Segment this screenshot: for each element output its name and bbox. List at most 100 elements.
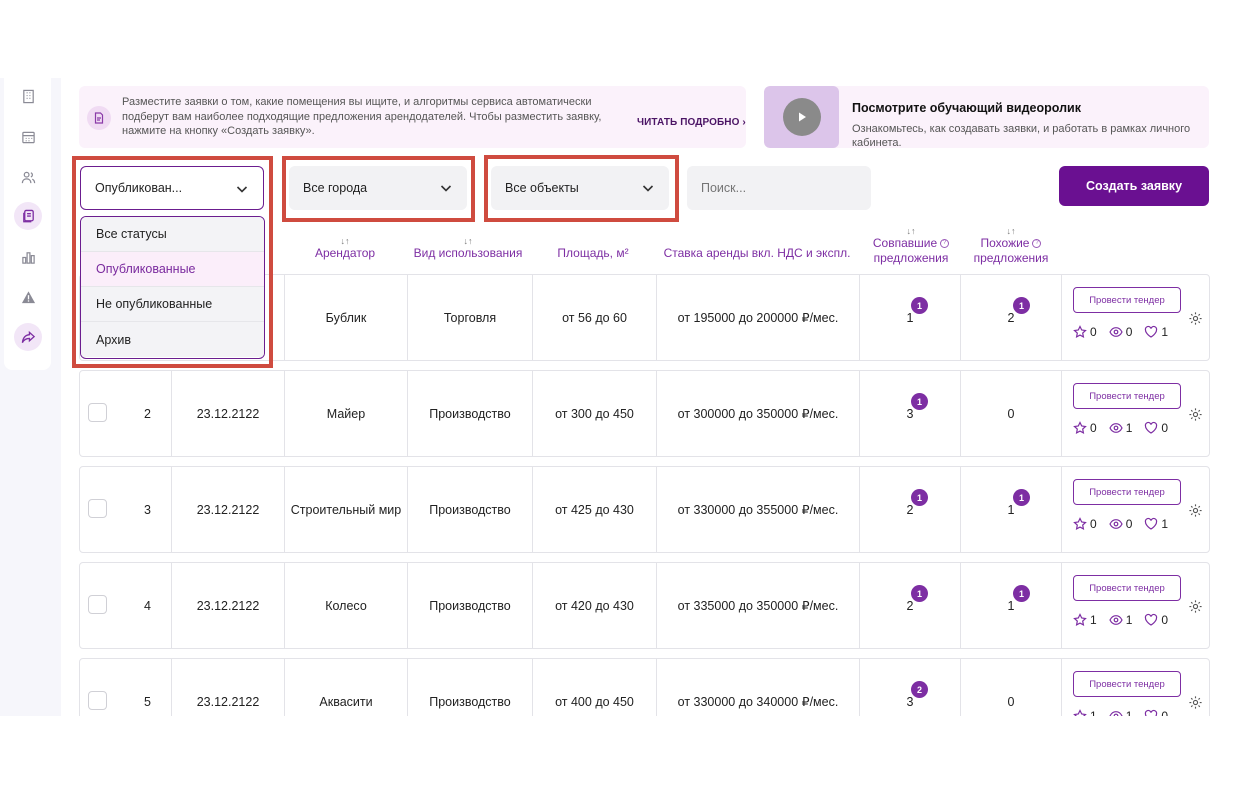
video-banner[interactable]: Посмотрите обучающий видеоролик Ознакомь… bbox=[764, 86, 1209, 148]
gear-icon[interactable] bbox=[1188, 599, 1203, 614]
cell-rate-value: от 335000 до 350000 ₽/мес. bbox=[677, 599, 839, 613]
eye-stat[interactable]: 1 bbox=[1109, 709, 1132, 716]
matched-count-badge: 1 bbox=[911, 393, 928, 410]
tender-button[interactable]: Провести тендер bbox=[1073, 671, 1181, 697]
eye-stat[interactable]: 0 bbox=[1109, 325, 1133, 339]
star-icon[interactable] bbox=[1073, 421, 1090, 435]
cell-date-value: 23.12.2122 bbox=[196, 502, 260, 517]
column-header-area[interactable]: Площадь, м² bbox=[531, 246, 655, 261]
tender-button[interactable]: Провести тендер bbox=[1073, 575, 1181, 601]
app: Разместите заявки о том, какие помещения… bbox=[0, 78, 1240, 716]
read-more-link[interactable]: ЧИТАТЬ ПОДРОБНО › bbox=[637, 117, 746, 128]
star-count: 0 bbox=[1090, 517, 1097, 531]
heart-icon[interactable] bbox=[1144, 709, 1161, 716]
sort-icon[interactable]: ↓↑ bbox=[305, 236, 385, 246]
cell-tenant-value: Майер bbox=[326, 406, 366, 421]
share-icon[interactable] bbox=[14, 323, 42, 351]
star-stat[interactable]: 0 bbox=[1073, 325, 1097, 339]
tender-button[interactable]: Провести тендер bbox=[1073, 287, 1181, 313]
heart-stat[interactable]: 0 bbox=[1144, 613, 1168, 627]
analytics-icon[interactable] bbox=[14, 243, 42, 271]
status-select[interactable]: Опубликован... bbox=[80, 166, 264, 210]
cell-matched-value: 3 bbox=[906, 406, 914, 421]
column-header-usage[interactable]: ↓↑ Вид использования bbox=[407, 236, 529, 261]
heart-stat[interactable]: 1 bbox=[1144, 517, 1168, 531]
table-row[interactable]: 5 23.12.2122 Аквасити Производство от 400 до… bbox=[79, 658, 1210, 716]
play-icon[interactable] bbox=[783, 98, 821, 136]
eye-stat[interactable]: 1 bbox=[1109, 421, 1132, 435]
star-stat[interactable]: 1 bbox=[1073, 613, 1097, 627]
gear-icon[interactable] bbox=[1188, 503, 1203, 518]
column-header-tenant[interactable]: ↓↑ Арендатор bbox=[305, 236, 385, 261]
star-icon[interactable] bbox=[1073, 517, 1090, 531]
star-stat[interactable]: 1 bbox=[1073, 709, 1097, 716]
table-row[interactable]: 3 23.12.2122 Строительный мир Производство о… bbox=[79, 466, 1210, 553]
help-icon[interactable]: ? bbox=[940, 239, 950, 249]
sort-icon[interactable]: ↓↑ bbox=[860, 226, 962, 236]
heart-stat[interactable]: 1 bbox=[1144, 325, 1168, 339]
search-input[interactable] bbox=[687, 166, 871, 210]
star-stat[interactable]: 0 bbox=[1073, 517, 1097, 531]
cell-date: 23.12.2122 bbox=[171, 659, 284, 716]
column-header-matched-line1: Совпавшие bbox=[872, 236, 938, 250]
cell-similar: 2 bbox=[960, 275, 1061, 360]
tender-button[interactable]: Провести тендер bbox=[1073, 383, 1181, 409]
eye-count: 0 bbox=[1125, 325, 1133, 339]
row-stats: 1 1 0 bbox=[1073, 613, 1180, 627]
row-checkbox[interactable] bbox=[88, 595, 107, 614]
gear-icon[interactable] bbox=[1188, 407, 1203, 422]
sort-icon[interactable]: ↓↑ bbox=[407, 236, 529, 246]
heart-icon[interactable] bbox=[1144, 517, 1161, 531]
eye-icon[interactable] bbox=[1109, 325, 1126, 339]
star-icon[interactable] bbox=[1073, 613, 1090, 627]
heart-stat[interactable]: 0 bbox=[1144, 709, 1168, 716]
status-option-unpublished[interactable]: Не опубликованные bbox=[81, 287, 264, 322]
row-checkbox[interactable] bbox=[88, 691, 107, 710]
star-stat[interactable]: 0 bbox=[1073, 421, 1097, 435]
tender-button[interactable]: Провести тендер bbox=[1073, 479, 1181, 505]
warning-icon[interactable] bbox=[14, 283, 42, 311]
gear-icon[interactable] bbox=[1188, 695, 1203, 710]
status-option-all[interactable]: Все статусы bbox=[81, 217, 264, 252]
table-row[interactable]: 4 23.12.2122 Колесо Производство от 420 до 4… bbox=[79, 562, 1210, 649]
row-checkbox[interactable] bbox=[88, 499, 107, 518]
create-request-button[interactable]: Создать заявку bbox=[1059, 166, 1209, 206]
eye-icon[interactable] bbox=[1109, 709, 1126, 716]
star-icon[interactable] bbox=[1073, 709, 1090, 716]
gear-icon[interactable] bbox=[1188, 311, 1203, 326]
status-option-published[interactable]: Опубликованные bbox=[81, 252, 264, 287]
column-header-similar[interactable]: ↓↑ Похожие? предложения bbox=[962, 226, 1060, 266]
column-header-rate[interactable]: Ставка аренды вкл. НДС и экспл. bbox=[655, 246, 859, 261]
status-option-archive[interactable]: Архив bbox=[81, 322, 264, 357]
eye-stat[interactable]: 1 bbox=[1109, 613, 1132, 627]
row-checkbox[interactable] bbox=[88, 403, 107, 422]
requests-icon[interactable] bbox=[14, 202, 42, 230]
star-icon[interactable] bbox=[1073, 325, 1090, 339]
eye-icon[interactable] bbox=[1109, 421, 1126, 435]
cell-area-value: от 56 до 60 bbox=[562, 310, 627, 325]
cell-tenant-value: Бублик bbox=[325, 310, 367, 325]
video-thumbnail[interactable] bbox=[764, 86, 839, 148]
cell-tenant: Строительный мир bbox=[284, 467, 407, 552]
column-header-usage-label: Вид использования bbox=[413, 246, 523, 260]
building-icon[interactable] bbox=[14, 82, 42, 110]
table-row[interactable]: 2 23.12.2122 Майер Производство от 300 до 45… bbox=[79, 370, 1210, 457]
column-header-matched[interactable]: ↓↑ Совпавшие? предложения bbox=[860, 226, 962, 266]
eye-icon[interactable] bbox=[1109, 517, 1126, 531]
sort-icon[interactable]: ↓↑ bbox=[962, 226, 1060, 236]
help-icon[interactable]: ? bbox=[1032, 239, 1042, 249]
cell-usage-value: Производство bbox=[429, 694, 511, 709]
heart-icon[interactable] bbox=[1144, 613, 1161, 627]
calendar-icon[interactable] bbox=[14, 123, 42, 151]
cell-rate-value: от 300000 до 350000 ₽/мес. bbox=[677, 407, 839, 421]
object-select[interactable]: Все объекты bbox=[491, 166, 669, 210]
matched-count-badge: 1 bbox=[911, 489, 928, 506]
city-select[interactable]: Все города bbox=[289, 166, 467, 210]
cell-area-value: от 420 до 430 bbox=[555, 598, 634, 613]
heart-icon[interactable] bbox=[1144, 421, 1161, 435]
heart-icon[interactable] bbox=[1144, 325, 1161, 339]
heart-stat[interactable]: 0 bbox=[1144, 421, 1168, 435]
eye-stat[interactable]: 0 bbox=[1109, 517, 1132, 531]
eye-icon[interactable] bbox=[1109, 613, 1126, 627]
users-icon[interactable] bbox=[14, 163, 42, 191]
